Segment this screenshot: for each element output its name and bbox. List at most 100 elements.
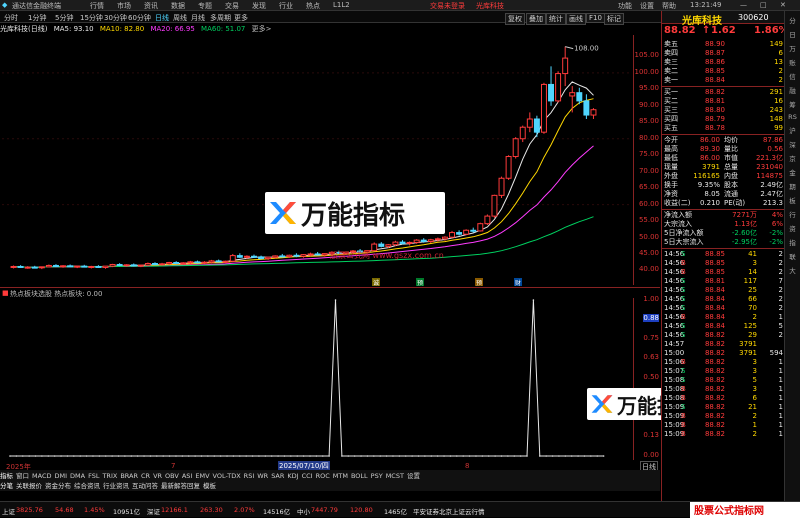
candle[interactable] <box>378 243 385 247</box>
candle[interactable] <box>413 239 420 243</box>
indicator-tab-4[interactable]: DMA <box>70 472 85 480</box>
bottom-tab-4[interactable]: 行业资讯 <box>103 482 129 490</box>
candle[interactable] <box>583 100 590 116</box>
bottom-tab-5[interactable]: 互动问答 <box>132 482 158 490</box>
indicator-tab-16[interactable]: SAR <box>271 472 284 480</box>
candle[interactable] <box>463 229 470 235</box>
indicator-tab-19[interactable]: ROC <box>316 472 330 480</box>
close-icon[interactable]: ✕ <box>780 1 786 9</box>
candlestick-chart[interactable]: 108.00 <box>2 35 632 285</box>
candle[interactable] <box>152 263 158 266</box>
candle[interactable] <box>88 265 95 268</box>
period-30min[interactable]: 30分钟 <box>104 13 127 23</box>
candle[interactable] <box>194 261 201 264</box>
period-monthly[interactable]: 月线 <box>191 13 205 23</box>
indicator-chart[interactable] <box>2 298 632 460</box>
menu-gongneng[interactable]: 功能 <box>618 1 632 11</box>
indicator-tab-1[interactable]: 窗口 <box>16 472 29 480</box>
candle[interactable] <box>548 83 555 102</box>
candle[interactable] <box>512 138 519 158</box>
indicator-tab-17[interactable]: KDJ <box>287 472 298 480</box>
candle[interactable] <box>116 263 123 266</box>
menu-item-shuju[interactable]: 数据 <box>171 1 185 11</box>
indicator-tab-2[interactable]: MACD <box>32 472 51 480</box>
candle[interactable] <box>60 265 67 268</box>
candle[interactable] <box>208 260 215 263</box>
bottom-tab-2[interactable]: 资金分布 <box>45 482 71 490</box>
candle[interactable] <box>123 264 130 267</box>
candle[interactable] <box>505 156 512 179</box>
side-item-3[interactable]: 账 <box>785 57 800 67</box>
candle[interactable] <box>10 265 17 268</box>
side-item-13[interactable]: 板 <box>785 195 800 205</box>
indicator-tab-8[interactable]: CR <box>141 472 150 480</box>
candle[interactable] <box>159 263 166 266</box>
bottom-tab-3[interactable]: 综合资讯 <box>74 482 100 490</box>
period-60min[interactable]: 60分钟 <box>128 13 151 23</box>
candle[interactable] <box>399 241 406 244</box>
candle[interactable] <box>293 254 300 257</box>
candle[interactable] <box>222 260 229 263</box>
indicator-tab-7[interactable]: BRAR <box>120 472 138 480</box>
side-item-17[interactable]: 联 <box>785 251 800 261</box>
side-item-8[interactable]: 沪 <box>785 125 800 135</box>
side-item-11[interactable]: 金 <box>785 167 800 177</box>
menu-item-redian[interactable]: 热点 <box>306 1 320 11</box>
candle[interactable] <box>392 241 399 246</box>
menu-item-hangqing[interactable]: 行情 <box>90 1 104 11</box>
bottom-tab-0[interactable]: 分笔 <box>0 482 13 490</box>
side-item-5[interactable]: 融 <box>785 85 800 95</box>
event-marker-1[interactable]: 诚 <box>372 278 380 287</box>
candle[interactable] <box>491 194 498 217</box>
candle[interactable] <box>102 265 109 268</box>
candle[interactable] <box>17 265 24 268</box>
indicator-tab-24[interactable]: 设置 <box>407 472 420 480</box>
menu-item-hangye[interactable]: 行业 <box>279 1 293 11</box>
menu-item-zixun[interactable]: 资讯 <box>144 1 158 11</box>
indicator-tab-18[interactable]: CCI <box>302 472 313 480</box>
candle[interactable] <box>434 238 441 241</box>
indicator-tab-22[interactable]: PSY <box>371 472 383 480</box>
period-15min[interactable]: 15分钟 <box>80 13 103 23</box>
indicator-tab-11[interactable]: ASI <box>182 472 193 480</box>
candle[interactable] <box>31 266 38 269</box>
indicator-tab-5[interactable]: FSL <box>88 472 99 480</box>
period-more[interactable]: 更多 <box>234 13 248 23</box>
candle[interactable] <box>456 232 463 235</box>
candle[interactable] <box>526 118 533 128</box>
event-marker-2[interactable]: 预 <box>416 278 424 287</box>
candle[interactable] <box>590 109 597 116</box>
side-item-2[interactable]: 万 <box>785 43 800 53</box>
period-weekly[interactable]: 周线 <box>173 13 187 23</box>
side-item-18[interactable]: 大 <box>785 265 800 275</box>
candle[interactable] <box>406 241 413 244</box>
candle[interactable] <box>251 255 257 258</box>
candle[interactable] <box>236 255 243 258</box>
period-daily[interactable]: 日线 <box>155 13 169 23</box>
indicator-tab-10[interactable]: OBV <box>165 472 179 480</box>
candle[interactable] <box>540 83 547 133</box>
menu-item-l1l2[interactable]: L1L2 <box>333 1 350 9</box>
event-marker-3[interactable]: 预 <box>475 278 483 287</box>
indicator-tab-12[interactable]: EMV <box>195 472 209 480</box>
minimize-icon[interactable]: — <box>740 1 747 9</box>
candle[interactable] <box>95 265 102 268</box>
menu-item-jiaoyi[interactable]: 交易 <box>225 1 239 11</box>
candle[interactable] <box>321 253 328 256</box>
candle[interactable] <box>385 244 392 247</box>
event-marker-4[interactable]: 财 <box>514 278 522 287</box>
candle[interactable] <box>286 254 293 258</box>
candle[interactable] <box>427 239 434 242</box>
menu-item-zhuanti[interactable]: 专题 <box>198 1 212 11</box>
candle[interactable] <box>173 262 180 265</box>
candle[interactable] <box>562 57 569 75</box>
side-item-16[interactable]: 指 <box>785 237 800 247</box>
candle[interactable] <box>441 236 448 240</box>
side-item-10[interactable]: 京 <box>785 153 800 163</box>
candle[interactable] <box>576 92 583 102</box>
indicator-tab-21[interactable]: BOLL <box>351 472 368 480</box>
side-item-9[interactable]: 深 <box>785 139 800 149</box>
side-item-12[interactable]: 期 <box>785 181 800 191</box>
candle[interactable] <box>470 229 477 232</box>
side-item-15[interactable]: 资 <box>785 223 800 233</box>
